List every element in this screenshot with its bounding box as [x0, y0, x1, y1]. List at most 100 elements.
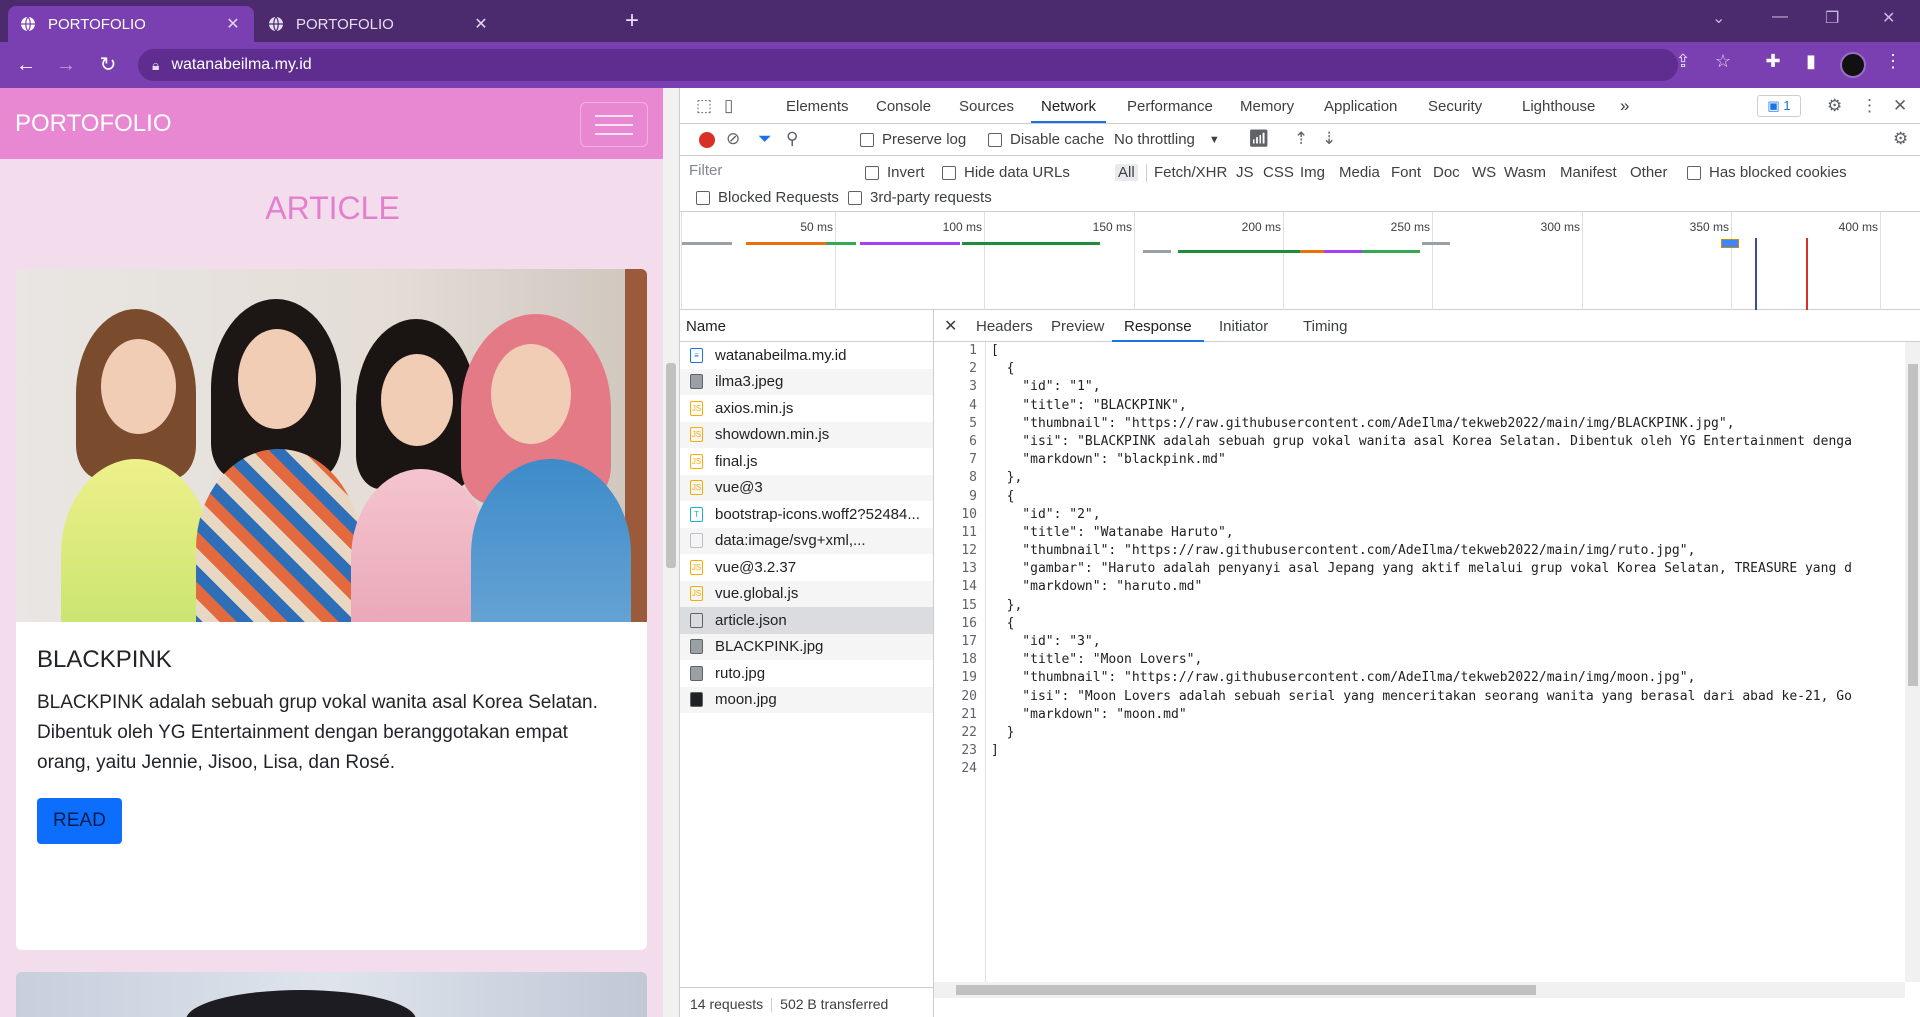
filter-type-img[interactable]: Img — [1300, 164, 1325, 181]
tab-search-icon[interactable]: ⌄ — [1712, 8, 1725, 28]
checkbox-box[interactable] — [988, 132, 1002, 147]
filter-type-ws[interactable]: WS — [1472, 164, 1496, 181]
filter-type-wasm[interactable]: Wasm — [1504, 164, 1546, 181]
disable-cache-checkbox[interactable]: Disable cache — [988, 131, 1104, 148]
name-column-header[interactable]: Name — [680, 310, 933, 342]
request-row[interactable]: JS axios.min.js — [680, 395, 933, 422]
tab-sources[interactable]: Sources — [959, 98, 1014, 115]
request-row[interactable]: BLACKPINK.jpg — [680, 633, 933, 660]
clear-icon[interactable]: ⊘ — [726, 129, 740, 149]
request-row[interactable]: data:image/svg+xml,... — [680, 527, 933, 554]
tab-headers[interactable]: Headers — [976, 318, 1033, 335]
settings-gear-icon[interactable]: ⚙ — [1827, 96, 1842, 116]
filter-type-js[interactable]: JS — [1236, 164, 1254, 181]
blocked-requests-checkbox[interactable]: Blocked Requests — [696, 189, 839, 206]
scrollbar-thumb[interactable] — [1908, 364, 1918, 686]
back-button[interactable]: ← — [14, 53, 38, 77]
scrollbar-thumb[interactable] — [666, 363, 676, 568]
checkbox-box[interactable] — [848, 190, 862, 205]
share-icon[interactable]: ⇪ — [1670, 51, 1696, 72]
tab-initiator[interactable]: Initiator — [1219, 318, 1268, 335]
checkbox-box[interactable] — [860, 132, 874, 147]
preserve-log-checkbox[interactable]: Preserve log — [860, 131, 966, 148]
bookmark-star-icon[interactable]: ☆ — [1710, 51, 1736, 72]
tab-performance[interactable]: Performance — [1127, 98, 1213, 115]
profile-avatar[interactable] — [1840, 52, 1866, 78]
menu-icon[interactable]: ⋮ — [1880, 51, 1906, 72]
minimize-button[interactable]: — — [1772, 8, 1788, 26]
filter-type-doc[interactable]: Doc — [1433, 164, 1460, 181]
tab-network[interactable]: Network — [1030, 98, 1107, 123]
request-row[interactable]: JS showdown.min.js — [680, 421, 933, 448]
forward-button[interactable]: → — [54, 53, 78, 77]
scrollbar-thumb[interactable] — [956, 985, 1536, 995]
tab-preview[interactable]: Preview — [1051, 318, 1104, 335]
record-button[interactable] — [699, 132, 715, 148]
checkbox-box[interactable] — [696, 190, 710, 205]
close-detail-icon[interactable]: ✕ — [944, 316, 957, 336]
response-code-viewer[interactable]: 1 2 3 4 5 6 7 8 9 10 11 12 13 14 15 16 17 18 19 20 21 22 23 24 … — [934, 342, 1905, 982]
network-conditions-icon[interactable]: 📶︎ — [1248, 129, 1270, 149]
network-settings-gear-icon[interactable]: ⚙ — [1893, 129, 1908, 149]
device-toolbar-icon[interactable]: ▯ — [724, 96, 733, 116]
request-row[interactable]: ilma3.jpeg — [680, 368, 933, 395]
checkbox-box[interactable] — [942, 165, 956, 180]
extensions-icon[interactable]: ✚ — [1760, 51, 1786, 72]
kebab-menu-icon[interactable]: ⋮ — [1861, 96, 1878, 116]
filter-icon[interactable]: ⏷ — [758, 129, 772, 149]
restore-button[interactable]: ❐ — [1825, 8, 1839, 28]
filter-type-fetch-xhr[interactable]: Fetch/XHR — [1154, 164, 1227, 181]
filter-type-all[interactable]: All — [1115, 164, 1138, 181]
request-row[interactable]: Tbootstrap-icons.woff2?52484... — [680, 501, 933, 528]
tab-console[interactable]: Console — [876, 98, 931, 115]
side-panel-icon[interactable]: ▮ — [1798, 51, 1824, 72]
throttling-select[interactable]: No throttling ▼ — [1114, 131, 1220, 148]
browser-tab[interactable]: PORTOFOLIO ✕ — [256, 6, 502, 42]
filter-type-other[interactable]: Other — [1630, 164, 1668, 181]
address-bar[interactable]: 🔒︎ watanabeilma.my.id — [138, 49, 1678, 81]
tab-application[interactable]: Application — [1324, 98, 1397, 115]
request-row[interactable]: JS vue@3 — [680, 474, 933, 501]
tab-lighthouse[interactable]: Lighthouse — [1522, 98, 1595, 115]
close-tab-icon[interactable]: ✕ — [472, 14, 490, 34]
request-row[interactable]: ≡ watanabeilma.my.id — [680, 342, 933, 369]
filter-type-font[interactable]: Font — [1391, 164, 1421, 181]
tab-security[interactable]: Security — [1428, 98, 1482, 115]
close-window-button[interactable]: ✕ — [1882, 8, 1895, 28]
request-row[interactable]: moon.jpg — [680, 686, 933, 713]
tab-response[interactable]: Response — [1112, 318, 1204, 342]
request-row[interactable]: JS vue.global.js — [680, 580, 933, 607]
tab-timing[interactable]: Timing — [1303, 318, 1347, 335]
filter-type-manifest[interactable]: Manifest — [1560, 164, 1617, 181]
hide-data-urls-checkbox[interactable]: Hide data URLs — [942, 164, 1070, 181]
third-party-checkbox[interactable]: 3rd-party requests — [848, 189, 992, 206]
request-row[interactable]: ruto.jpg — [680, 660, 933, 687]
navbar-toggler-button[interactable] — [580, 102, 648, 147]
response-horizontal-scrollbar[interactable] — [934, 982, 1905, 998]
filter-type-css[interactable]: CSS — [1263, 164, 1294, 181]
inspect-element-icon[interactable]: ⬚ — [696, 96, 712, 116]
network-overview-timeline[interactable]: 50 ms 100 ms 150 ms 200 ms 250 ms 300 ms… — [680, 212, 1920, 310]
new-tab-button[interactable]: + — [625, 8, 639, 34]
import-har-icon[interactable]: ⇡ — [1294, 129, 1308, 149]
filter-input[interactable]: Filter — [686, 162, 886, 184]
checkbox-box[interactable] — [865, 165, 879, 180]
has-blocked-cookies-checkbox[interactable]: Has blocked cookies — [1687, 164, 1847, 181]
site-brand[interactable]: PORTOFOLIO — [15, 110, 171, 138]
filter-type-media[interactable]: Media — [1339, 164, 1380, 181]
close-devtools-icon[interactable]: ✕ — [1893, 96, 1907, 116]
more-tabs-icon[interactable]: » — [1620, 96, 1629, 116]
invert-checkbox[interactable]: Invert — [865, 164, 925, 181]
checkbox-box[interactable] — [1687, 165, 1701, 180]
export-har-icon[interactable]: ⇣ — [1322, 129, 1336, 149]
request-row[interactable]: JS vue@3.2.37 — [680, 554, 933, 581]
issues-badge[interactable]: ▣ 1 — [1757, 95, 1801, 117]
reload-button[interactable]: ↻ — [96, 53, 120, 77]
read-button[interactable]: READ — [37, 798, 122, 844]
page-scrollbar[interactable] — [663, 88, 679, 1017]
close-tab-icon[interactable]: ✕ — [224, 14, 242, 34]
tab-elements[interactable]: Elements — [786, 98, 849, 115]
request-row[interactable]: JS final.js — [680, 448, 933, 475]
browser-tab-active[interactable]: PORTOFOLIO ✕ — [8, 6, 254, 42]
request-row-selected[interactable]: article.json — [680, 607, 933, 634]
